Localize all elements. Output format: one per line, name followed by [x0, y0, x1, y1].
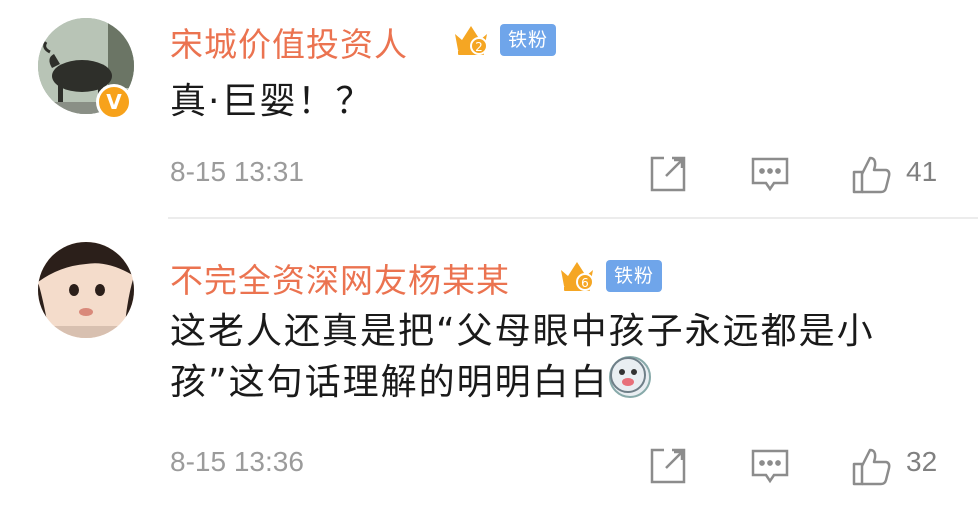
crown-level: 2: [475, 40, 483, 54]
fan-badge[interactable]: 铁粉: [606, 260, 663, 292]
thumbs-up-icon[interactable]: [850, 152, 894, 196]
avatar[interactable]: [38, 242, 134, 338]
comment-item: 不完全资深网友杨某某 6 铁粉 这老人还真是把“父母眼中孩子永远都是小孩”这句话…: [0, 222, 978, 509]
crown-level: 6: [581, 276, 589, 290]
comment-icon[interactable]: [748, 152, 792, 196]
like-count: 32: [906, 446, 938, 477]
crown-icon[interactable]: 2: [452, 20, 490, 58]
crown-icon[interactable]: 6: [558, 256, 596, 294]
verified-badge: V: [96, 84, 132, 120]
share-icon[interactable]: [646, 152, 690, 196]
child-photo-image: [38, 242, 134, 338]
husky-emoji-icon: [608, 356, 651, 398]
fan-badge[interactable]: 铁粉: [500, 24, 557, 56]
timestamp: 8-15 13:36: [170, 446, 304, 477]
timestamp: 8-15 13:31: [170, 156, 304, 187]
comment-text: 这老人还真是把“父母眼中孩子永远都是小孩”这句话理解的明明白白: [170, 308, 950, 407]
comment-text-body: 这老人还真是把“父母眼中孩子永远都是小孩”这句话理解的明明白白: [170, 311, 875, 403]
comment-icon[interactable]: [748, 444, 792, 488]
share-icon[interactable]: [646, 444, 690, 488]
username[interactable]: 不完全资深网友杨某某: [170, 254, 510, 302]
thumbs-up-icon[interactable]: [850, 444, 894, 488]
username[interactable]: 宋城价值投资人: [170, 18, 408, 66]
comment-text: 真·巨婴！？: [170, 81, 374, 122]
comment-item: V 宋城价值投资人 2 铁粉 真·巨婴！？ 8-15 13:31 41: [0, 0, 978, 217]
like-count: 41: [906, 156, 938, 187]
divider: [168, 217, 978, 219]
